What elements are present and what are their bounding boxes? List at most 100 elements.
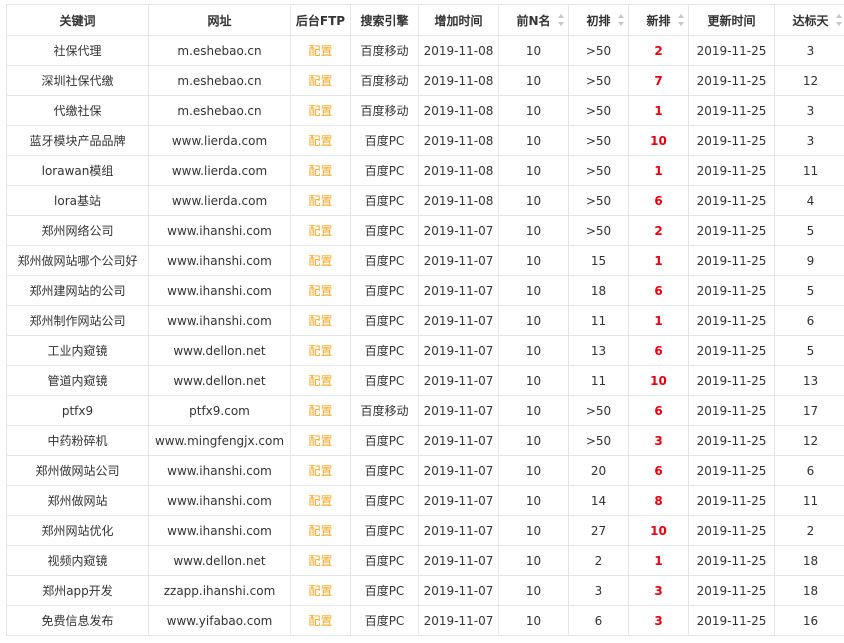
ftp-config-link[interactable]: 配置	[308, 584, 332, 598]
days-reached-value: 3	[806, 133, 815, 148]
days-reached-value: 12	[802, 73, 819, 88]
table-row: 免费信息发布 www.yifabao.com 配置 百度PC 2019-11-07 10 6…	[6, 605, 844, 636]
days-reached-value: 5	[806, 223, 815, 238]
new-rank-value: 10	[650, 373, 667, 388]
days-reached-value: 6	[806, 313, 815, 328]
initial-rank-value: 13	[590, 343, 607, 358]
initial-rank-value: >50	[585, 43, 612, 58]
ftp-config-link[interactable]: 配置	[308, 164, 332, 178]
initial-rank-value: >50	[585, 403, 612, 418]
cell-new-rank: 6	[628, 455, 689, 486]
ftp-config-link[interactable]: 配置	[308, 464, 332, 478]
days-reached-value: 3	[806, 103, 815, 118]
column-header-new-rank[interactable]: 新排	[628, 4, 689, 36]
sort-arrows-icon[interactable]	[618, 13, 624, 27]
url-value: www.ihanshi.com	[167, 523, 272, 538]
column-header-url: 网址	[148, 4, 291, 36]
url-value: www.dellon.net	[173, 553, 266, 568]
updated-value: 2019-11-25	[696, 373, 767, 388]
cell-ftp: 配置	[290, 95, 351, 126]
updated-value: 2019-11-25	[696, 133, 767, 148]
ftp-config-link[interactable]: 配置	[308, 614, 332, 628]
keyword-value: 郑州网络公司	[41, 224, 114, 238]
new-rank-value: 6	[654, 343, 663, 358]
keyword-value: 代缴社保	[53, 104, 102, 118]
url-value: www.lierda.com	[171, 133, 268, 148]
new-rank-value: 1	[654, 313, 663, 328]
sort-arrows-icon[interactable]	[558, 13, 564, 27]
table-row: lora基站 www.lierda.com 配置 百度PC 2019-11-08 10 >5…	[6, 185, 844, 216]
ftp-config-link[interactable]: 配置	[308, 224, 332, 238]
table-row: 郑州网络公司 www.ihanshi.com 配置 百度PC 2019-11-07 10 >…	[6, 215, 844, 246]
updated-value: 2019-11-25	[696, 73, 767, 88]
initial-rank-value: >50	[585, 433, 612, 448]
ftp-config-link[interactable]: 配置	[308, 434, 332, 448]
ftp-config-link[interactable]: 配置	[308, 314, 332, 328]
added-value: 2019-11-07	[423, 493, 494, 508]
column-header-initial-rank[interactable]: 初排	[568, 4, 629, 36]
updated-value: 2019-11-25	[696, 223, 767, 238]
cell-url: www.yifabao.com	[148, 605, 291, 636]
cell-url: www.ihanshi.com	[148, 275, 291, 306]
ftp-config-link[interactable]: 配置	[308, 44, 332, 58]
table-row: 郑州app开发 zzapp.ihanshi.com 配置 百度PC 2019-11-07…	[6, 575, 844, 606]
new-rank-value: 1	[654, 163, 663, 178]
new-rank-value: 3	[654, 613, 663, 628]
days-reached-value: 11	[802, 163, 819, 178]
column-header-days-reached[interactable]: 达标天	[774, 4, 844, 36]
new-rank-value: 6	[654, 403, 663, 418]
cell-new-rank: 1	[628, 245, 689, 276]
keyword-value: 郑州建网站的公司	[29, 284, 126, 298]
cell-ftp: 配置	[290, 425, 351, 456]
ftp-config-link[interactable]: 配置	[308, 524, 332, 538]
cell-keyword: 郑州做网站公司	[6, 455, 149, 486]
ftp-config-link[interactable]: 配置	[308, 374, 332, 388]
cell-keyword: 视频内窥镜	[6, 545, 149, 576]
engine-value: 百度移动	[360, 104, 409, 118]
ftp-config-link[interactable]: 配置	[308, 104, 332, 118]
updated-value: 2019-11-25	[696, 103, 767, 118]
cell-updated: 2019-11-25	[688, 155, 775, 186]
cell-initial-rank: 15	[568, 245, 629, 276]
cell-days-reached: 5	[774, 215, 844, 246]
sort-arrows-icon[interactable]	[836, 13, 842, 27]
ftp-config-link[interactable]: 配置	[308, 74, 332, 88]
added-value: 2019-11-08	[423, 103, 494, 118]
ftp-config-link[interactable]: 配置	[308, 254, 332, 268]
sort-arrows-icon[interactable]	[678, 13, 684, 27]
cell-keyword: 工业内窥镜	[6, 335, 149, 366]
ftp-config-link[interactable]: 配置	[308, 404, 332, 418]
table-row: 郑州网站优化 www.ihanshi.com 配置 百度PC 2019-11-07 10 2…	[6, 515, 844, 546]
cell-new-rank: 8	[628, 485, 689, 516]
url-value: www.ihanshi.com	[167, 223, 272, 238]
top-n-value: 10	[525, 133, 542, 148]
cell-initial-rank: 6	[568, 605, 629, 636]
cell-url: zzapp.ihanshi.com	[148, 575, 291, 606]
cell-engine: 百度移动	[350, 65, 419, 96]
cell-keyword: 中药粉碎机	[6, 425, 149, 456]
column-header-label: 新排	[646, 13, 671, 28]
column-header-top-n[interactable]: 前N名	[498, 4, 569, 36]
added-value: 2019-11-08	[423, 43, 494, 58]
updated-value: 2019-11-25	[696, 163, 767, 178]
new-rank-value: 10	[650, 523, 667, 538]
cell-url: www.ihanshi.com	[148, 245, 291, 276]
ftp-config-link[interactable]: 配置	[308, 134, 332, 148]
cell-updated: 2019-11-25	[688, 395, 775, 426]
table-row: 郑州做网站哪个公司好 www.ihanshi.com 配置 百度PC 2019-11-0…	[6, 245, 844, 276]
ftp-config-link[interactable]: 配置	[308, 344, 332, 358]
cell-ftp: 配置	[290, 575, 351, 606]
ftp-config-link[interactable]: 配置	[308, 194, 332, 208]
cell-added: 2019-11-08	[418, 125, 499, 156]
cell-added: 2019-11-07	[418, 335, 499, 366]
top-n-value: 10	[525, 73, 542, 88]
ftp-config-link[interactable]: 配置	[308, 284, 332, 298]
cell-days-reached: 2	[774, 515, 844, 546]
added-value: 2019-11-07	[423, 463, 494, 478]
cell-new-rank: 2	[628, 35, 689, 66]
ftp-config-link[interactable]: 配置	[308, 554, 332, 568]
cell-keyword: 深圳社保代缴	[6, 65, 149, 96]
ftp-config-link[interactable]: 配置	[308, 494, 332, 508]
cell-days-reached: 3	[774, 125, 844, 156]
cell-keyword: 郑州做网站	[6, 485, 149, 516]
